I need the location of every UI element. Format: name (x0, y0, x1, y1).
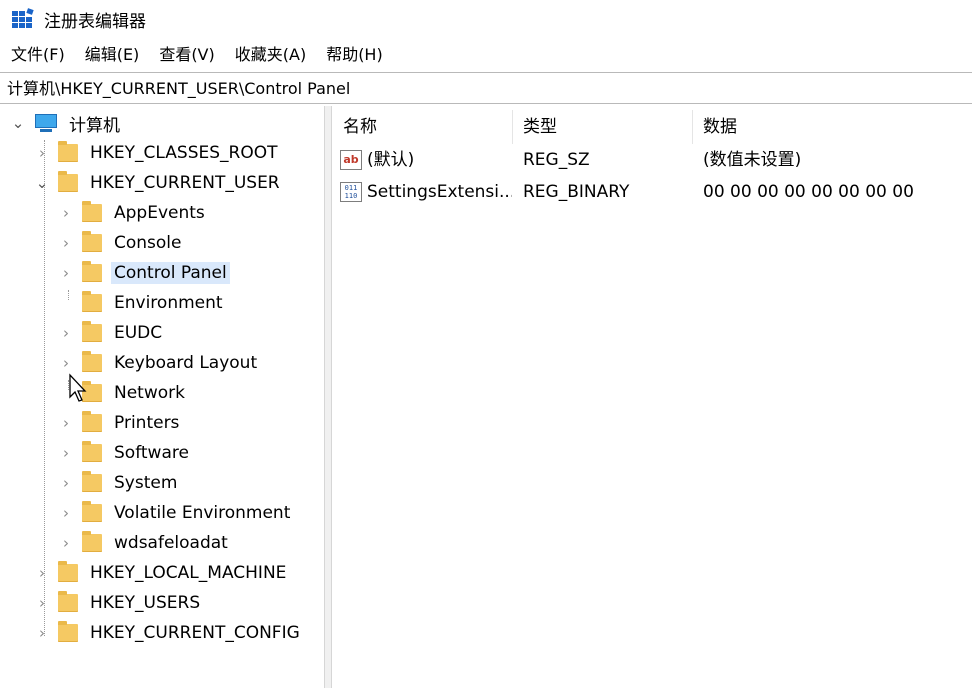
computer-icon (34, 114, 58, 132)
folder-icon (82, 231, 102, 252)
window-title: 注册表编辑器 (44, 11, 146, 32)
chevron-right-icon[interactable]: › (60, 474, 72, 492)
value-data: 00 00 00 00 00 00 00 00 (703, 182, 914, 202)
folder-icon (58, 171, 78, 192)
mouse-cursor-icon (69, 373, 87, 402)
chevron-right-icon[interactable]: › (36, 624, 48, 642)
tree-node[interactable]: › Keyboard Layout (60, 349, 260, 377)
column-header-name[interactable]: 名称 (332, 112, 512, 142)
chevron-down-icon[interactable]: ⌄ (36, 174, 49, 192)
value-name: (默认) (367, 150, 415, 170)
folder-icon (82, 501, 102, 522)
tree-node-label: Network (114, 383, 185, 403)
tree-node[interactable]: › Volatile Environment (60, 499, 293, 527)
binary-value-icon: 011 110 (340, 182, 362, 202)
pane-splitter[interactable] (324, 106, 332, 688)
value-type: REG_BINARY (523, 182, 630, 202)
tree-node[interactable]: › wdsafeloadat (60, 529, 231, 557)
folder-icon (82, 201, 102, 222)
chevron-right-icon[interactable]: › (60, 444, 72, 462)
tree-node-label: Control Panel (111, 262, 230, 284)
chevron-down-icon[interactable]: ⌄ (12, 114, 25, 132)
menu-edit[interactable]: 编辑(E) (75, 40, 150, 70)
tree-node-label: HKEY_CLASSES_ROOT (90, 143, 278, 163)
tree-node-label: Software (114, 443, 189, 463)
tree-node[interactable]: › AppEvents (60, 199, 208, 227)
tree-node-label: wdsafeloadat (114, 533, 228, 553)
tree-node-label: Environment (114, 293, 223, 313)
chevron-right-icon[interactable]: › (60, 204, 72, 222)
value-row[interactable]: 011 110 SettingsExtensi... REG_BINARY 00 … (332, 177, 974, 207)
tree-node-label: Keyboard Layout (114, 353, 258, 373)
folder-icon (82, 291, 102, 312)
folder-icon (82, 411, 102, 432)
folder-icon (58, 591, 78, 612)
tree-node-label: HKEY_USERS (90, 593, 201, 613)
title-bar: 注册表编辑器 (0, 0, 974, 38)
chevron-right-icon[interactable]: › (36, 594, 48, 612)
registry-tree[interactable]: ⌄ 计算机 › HKEY_CLASSES_ROOT ⌄ HKEY_CURRENT_US… (0, 106, 324, 688)
tree-node[interactable]: › EUDC (60, 319, 165, 347)
registry-editor-icon (12, 8, 34, 29)
tree-node[interactable]: › HKEY_CLASSES_ROOT (36, 139, 281, 167)
menu-bar: 文件(F) 编辑(E) 查看(V) 收藏夹(A) 帮助(H) (0, 40, 393, 70)
chevron-right-icon[interactable]: › (60, 414, 72, 432)
tree-node-label: Console (114, 233, 182, 253)
folder-icon (82, 321, 102, 342)
folder-icon (82, 441, 102, 462)
chevron-right-icon[interactable]: › (36, 144, 48, 162)
tree-node[interactable]: › Control Panel (60, 259, 230, 287)
tree-node[interactable]: ›Environment (60, 289, 226, 317)
folder-icon (82, 471, 102, 492)
menu-view[interactable]: 查看(V) (149, 40, 224, 70)
tree-node-label: EUDC (114, 323, 163, 343)
chevron-right-icon[interactable]: › (60, 234, 72, 252)
tree-node-label: Volatile Environment (114, 503, 291, 523)
tree-node-label: AppEvents (114, 203, 205, 223)
value-data: (数值未设置) (703, 150, 802, 170)
tree-node[interactable]: › Printers (60, 409, 182, 437)
folder-icon (58, 141, 78, 162)
value-name: SettingsExtensi... (367, 182, 512, 202)
tree-node[interactable]: › Software (60, 439, 192, 467)
value-type: REG_SZ (523, 150, 590, 170)
address-bar[interactable]: 计算机\HKEY_CURRENT_USER\Control Panel (0, 72, 972, 104)
chevron-right-icon[interactable]: › (60, 534, 72, 552)
chevron-right-icon[interactable]: › (60, 264, 72, 282)
tree-node-computer[interactable]: ⌄ 计算机 (12, 109, 123, 137)
tree-node[interactable]: › System (60, 469, 180, 497)
folder-icon (58, 561, 78, 582)
tree-node-label: Printers (114, 413, 180, 433)
chevron-right-icon[interactable]: › (36, 564, 48, 582)
chevron-right-icon[interactable]: › (60, 324, 72, 342)
folder-icon (82, 261, 102, 282)
string-value-icon: ab (340, 150, 362, 170)
menu-file[interactable]: 文件(F) (0, 40, 75, 70)
chevron-right-icon[interactable]: › (60, 354, 72, 372)
tree-node-label: HKEY_CURRENT_CONFIG (90, 623, 300, 643)
tree-node[interactable]: ⌄ HKEY_CURRENT_USER (36, 169, 283, 197)
folder-icon (82, 351, 102, 372)
tree-node-label: System (114, 473, 178, 493)
folder-icon (82, 531, 102, 552)
chevron-right-icon[interactable]: › (60, 504, 72, 522)
tree-node[interactable]: › HKEY_LOCAL_MACHINE (36, 559, 289, 587)
column-header-data[interactable]: 数据 (692, 112, 974, 142)
column-header-type[interactable]: 类型 (512, 112, 692, 142)
values-list[interactable]: 名称 类型 数据 ab (默认) REG_SZ (数值未设置) 011 110 S… (332, 106, 974, 688)
tree-node[interactable]: › HKEY_USERS (36, 589, 203, 617)
menu-help[interactable]: 帮助(H) (316, 40, 393, 70)
tree-node-label: 计算机 (69, 115, 120, 136)
tree-node-label: HKEY_CURRENT_USER (90, 173, 280, 193)
menu-favorites[interactable]: 收藏夹(A) (225, 40, 316, 70)
value-row[interactable]: ab (默认) REG_SZ (数值未设置) (332, 145, 974, 175)
tree-node[interactable]: › Console (60, 229, 185, 257)
tree-node[interactable]: › HKEY_CURRENT_CONFIG (36, 619, 303, 647)
tree-node-label: HKEY_LOCAL_MACHINE (90, 563, 287, 583)
folder-icon (58, 621, 78, 642)
